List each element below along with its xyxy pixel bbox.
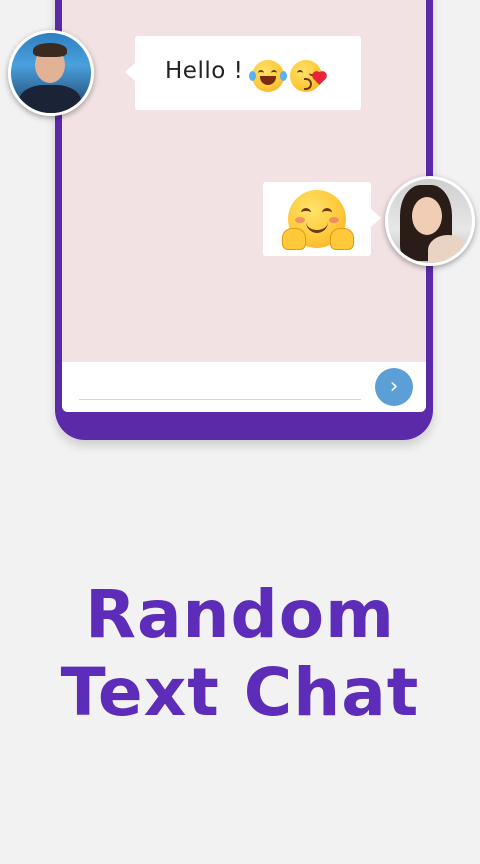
user-avatar-female	[385, 176, 475, 266]
headline-line-2: Text Chat	[60, 654, 420, 731]
headline-line-1: Random	[85, 576, 395, 653]
chat-screen: Hello ! ›	[62, 0, 426, 412]
send-arrow-icon: ›	[389, 374, 399, 399]
phone-mockup: Hello ! ›	[55, 0, 433, 440]
headline: Random Text Chat	[0, 576, 480, 732]
message-input-bar: ›	[62, 362, 426, 412]
send-button[interactable]: ›	[375, 368, 413, 406]
incoming-message-text: Hello !	[165, 58, 244, 84]
tears-of-joy-emoji-icon	[249, 60, 287, 92]
user-avatar-male	[8, 30, 94, 116]
outgoing-message-bubble	[263, 182, 381, 256]
message-input[interactable]	[79, 399, 361, 400]
hugging-face-emoji-icon	[282, 190, 354, 250]
kiss-emoji-icon	[290, 60, 326, 92]
incoming-message-bubble: Hello !	[125, 36, 361, 110]
